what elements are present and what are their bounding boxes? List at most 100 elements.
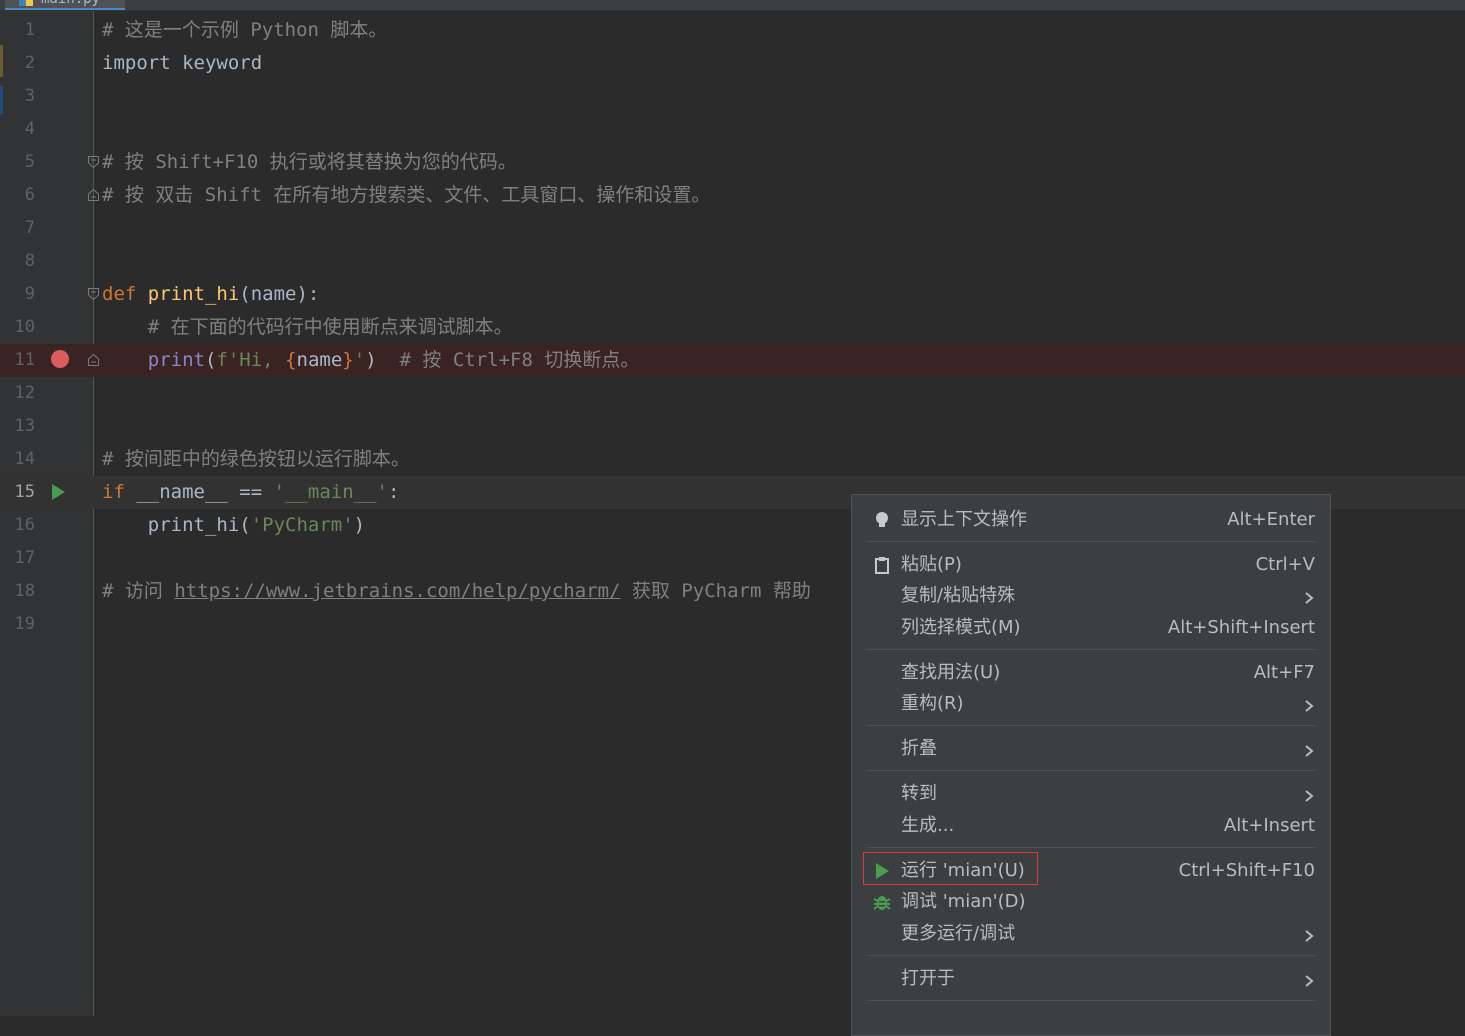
line-number: 15 [14, 482, 35, 502]
fold-marker-icon[interactable] [88, 288, 99, 300]
clipboard-icon [872, 555, 892, 575]
code-token: print_hi [147, 283, 240, 305]
line-number: 19 [14, 614, 35, 634]
code-line[interactable]: 3 [0, 80, 1465, 113]
line-number: 5 [24, 152, 35, 172]
code-token: # 按 Ctrl+F8 切换断点。 [399, 349, 640, 371]
menu-item[interactable]: 调试 'mian'(D) [852, 886, 1330, 918]
code-line[interactable]: 11 print(f'Hi, {name}') # 按 Ctrl+F8 切换断点… [0, 344, 1465, 377]
menu-item-label: 重构(R) [901, 693, 964, 714]
code-text[interactable]: def print_hi(name): [102, 278, 319, 311]
line-number: 7 [24, 218, 35, 238]
menu-item[interactable]: 复制/粘贴特殊 [852, 580, 1330, 612]
menu-item[interactable]: 列选择模式(M) Alt+Shift+Insert [852, 612, 1330, 644]
menu-separator [867, 725, 1315, 726]
code-line[interactable]: 10 # 在下面的代码行中使用断点来调试脚本。 [0, 311, 1465, 344]
fold-marker-icon[interactable] [88, 156, 99, 168]
menu-item-label: 更多运行/调试 [901, 923, 1016, 944]
chevron-right-icon [1302, 697, 1316, 712]
menu-item[interactable]: 查找用法(U) Alt+F7 [852, 657, 1330, 689]
menu-item[interactable]: 转到 [852, 778, 1330, 810]
menu-item-shortcut: Ctrl+V [1255, 554, 1315, 575]
chevron-right-icon [1302, 742, 1316, 757]
code-text[interactable]: # 访问 https://www.jetbrains.com/help/pych… [102, 575, 811, 608]
run-gutter-icon[interactable] [52, 484, 65, 500]
code-token: if [102, 481, 125, 503]
code-line[interactable]: 9 def print_hi(name): [0, 278, 1465, 311]
lightbulb-icon [872, 510, 892, 530]
menu-item-label: 粘贴(P) [901, 554, 962, 575]
menu-item[interactable]: 打开于 [852, 963, 1330, 995]
line-number: 1 [24, 20, 35, 40]
menu-item[interactable]: 显示上下文操作 Alt+Enter [852, 504, 1330, 536]
code-line[interactable]: 13 [0, 410, 1465, 443]
menu-item-label: 折叠 [901, 738, 937, 759]
menu-item-label: 调试 'mian'(D) [901, 891, 1026, 912]
menu-item-label: 复制/粘贴特殊 [901, 585, 1016, 606]
code-line[interactable]: 14 # 按间距中的绿色按钮以运行脚本。 [0, 443, 1465, 476]
code-token: keyword [170, 52, 263, 74]
code-link[interactable]: https://www.jetbrains.com/help/pycharm/ [174, 580, 620, 602]
line-number: 14 [14, 449, 35, 469]
line-number: 9 [24, 284, 35, 304]
menu-item-shortcut: Alt+Enter [1227, 509, 1315, 530]
menu-item[interactable]: 重构(R) [852, 688, 1330, 720]
highlight-annotation-box [863, 852, 1038, 885]
menu-item[interactable]: 生成... Alt+Insert [852, 810, 1330, 842]
line-number: 17 [14, 548, 35, 568]
code-text[interactable]: print_hi('PyCharm') [102, 509, 365, 542]
line-number: 11 [14, 350, 35, 370]
menu-item[interactable]: 折叠 [852, 733, 1330, 765]
code-token: ( [204, 349, 217, 371]
menu-item-shortcut: Alt+Shift+Insert [1167, 617, 1315, 638]
code-token: print [147, 349, 205, 371]
menu-item-shortcut: Alt+F7 [1253, 662, 1315, 683]
menu-item-label: 显示上下文操作 [901, 509, 1027, 530]
code-text[interactable]: import keyword [102, 47, 262, 80]
line-number: 12 [14, 383, 35, 403]
menu-separator [867, 649, 1315, 650]
code-token: # 按间距中的绿色按钮以运行脚本。 [102, 448, 410, 470]
code-token: def [102, 283, 137, 305]
code-text[interactable]: # 按 Shift+F10 执行或将其替换为您的代码。 [102, 146, 517, 179]
code-text[interactable]: # 按 双击 Shift 在所有地方搜索类、文件、工具窗口、操作和设置。 [102, 179, 710, 212]
code-text[interactable]: if __name__ == '__main__': [102, 476, 399, 509]
menu-separator [867, 955, 1315, 956]
fold-marker-icon[interactable] [88, 189, 99, 201]
line-number: 2 [24, 53, 35, 73]
code-line[interactable]: 12 [0, 377, 1465, 410]
menu-separator [867, 847, 1315, 848]
code-line[interactable]: 2 import keyword [0, 47, 1465, 80]
code-token: ) [353, 514, 366, 536]
fold-marker-icon[interactable] [88, 354, 99, 366]
code-token: } [342, 349, 354, 371]
editor-tab[interactable]: main.py [5, 0, 125, 10]
code-line[interactable]: 8 [0, 245, 1465, 278]
editor-tab-title: main.py [41, 0, 100, 8]
line-number: 4 [24, 119, 35, 139]
code-token: : [388, 481, 400, 503]
code-token: # 在下面的代码行中使用断点来调试脚本。 [102, 316, 513, 338]
menu-item[interactable]: 粘贴(P) Ctrl+V [852, 549, 1330, 581]
code-text[interactable]: # 这是一个示例 Python 脚本。 [102, 14, 387, 47]
code-token: 'PyCharm' [250, 514, 354, 536]
code-line[interactable]: 6 # 按 双击 Shift 在所有地方搜索类、文件、工具窗口、操作和设置。 [0, 179, 1465, 212]
breakpoint-icon[interactable] [51, 350, 69, 368]
code-line[interactable]: 1 # 这是一个示例 Python 脚本。 [0, 14, 1465, 47]
code-text[interactable]: # 在下面的代码行中使用断点来调试脚本。 [102, 311, 513, 344]
code-text[interactable]: # 按间距中的绿色按钮以运行脚本。 [102, 443, 410, 476]
code-text[interactable]: print(f'Hi, {name}') # 按 Ctrl+F8 切换断点。 [102, 344, 640, 377]
code-line[interactable]: 5 # 按 Shift+F10 执行或将其替换为您的代码。 [0, 146, 1465, 179]
code-line[interactable]: 7 [0, 212, 1465, 245]
line-number: 18 [14, 581, 35, 601]
code-token: f'Hi, [216, 349, 286, 371]
code-line[interactable]: 4 [0, 113, 1465, 146]
code-token: # 按 Shift+F10 执行或将其替换为您的代码。 [102, 151, 517, 173]
code-token: # 这是一个示例 Python 脚本。 [102, 19, 388, 41]
line-number: 6 [24, 185, 35, 205]
menu-item[interactable]: 更多运行/调试 [852, 918, 1330, 950]
menu-separator [867, 1000, 1315, 1001]
chevron-right-icon [1302, 787, 1316, 802]
